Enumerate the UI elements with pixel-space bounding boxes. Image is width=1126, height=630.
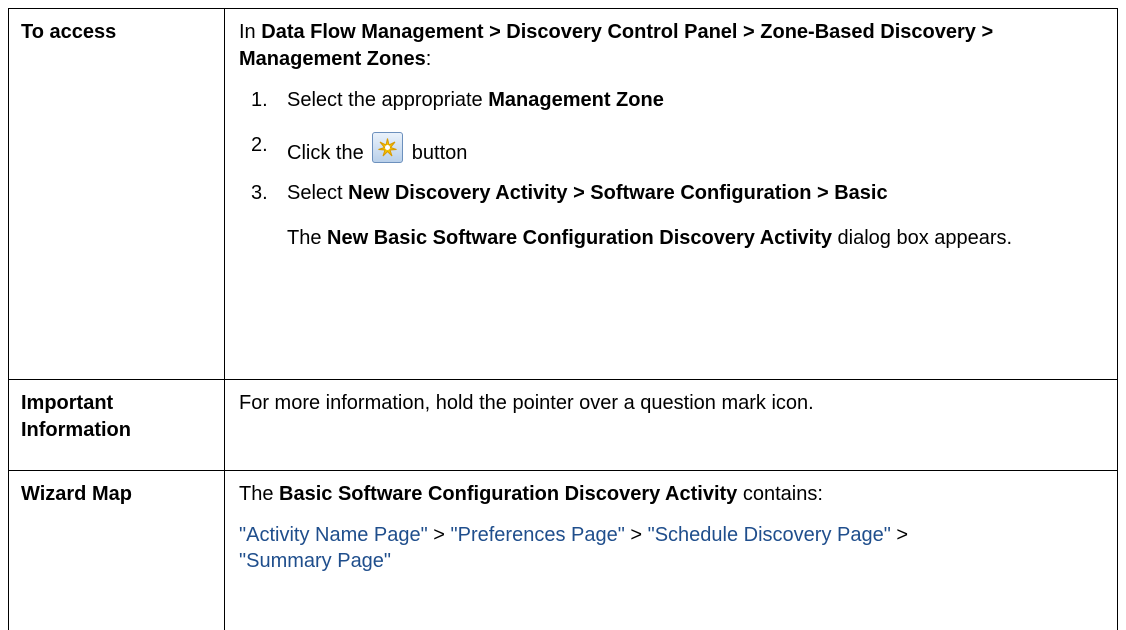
link-schedule-discovery-page[interactable]: "Schedule Discovery Page" — [648, 524, 891, 546]
step-number: 3. — [251, 180, 268, 207]
cell-important-information: For more information, hold the pointer o… — [225, 380, 1118, 471]
step-note: The New Basic Software Configuration Dis… — [287, 225, 1099, 252]
header-wizard-map: Wizard Map — [9, 471, 225, 630]
row-to-access: To access In Data Flow Management > Disc… — [9, 9, 1118, 380]
access-steps: 1. Select the appropriate Management Zon… — [239, 87, 1099, 252]
step-2: 2. Click the button — [251, 132, 1099, 167]
step-bold: New Discovery Activity > Software Config… — [348, 182, 887, 204]
new-asterisk-icon — [372, 132, 403, 163]
link-preferences-page[interactable]: "Preferences Page" — [451, 524, 625, 546]
cell-wizard-map: The Basic Software Configuration Discove… — [225, 471, 1118, 630]
header-important-information: Important Information — [9, 380, 225, 471]
step-1: 1. Select the appropriate Management Zon… — [251, 87, 1099, 114]
step-3: 3. Select New Discovery Activity > Softw… — [251, 180, 1099, 252]
wizard-map-links: "Activity Name Page" > "Preferences Page… — [239, 522, 1099, 574]
step-bold: Management Zone — [488, 89, 664, 111]
access-path: Data Flow Management > Discovery Control… — [239, 21, 993, 70]
header-to-access: To access — [9, 9, 225, 380]
dialog-name: New Basic Software Configuration Discove… — [327, 227, 832, 249]
step-number: 1. — [251, 87, 268, 114]
link-activity-name-page[interactable]: "Activity Name Page" — [239, 524, 428, 546]
wizard-map-intro: The Basic Software Configuration Discove… — [239, 481, 1099, 508]
step-number: 2. — [251, 132, 268, 159]
info-table: To access In Data Flow Management > Disc… — [8, 8, 1118, 630]
access-intro: In Data Flow Management > Discovery Cont… — [239, 19, 1099, 73]
row-important-information: Important Information For more informati… — [9, 380, 1118, 471]
row-wizard-map: Wizard Map The Basic Software Configurat… — [9, 471, 1118, 630]
link-summary-page[interactable]: "Summary Page" — [239, 550, 391, 572]
wizard-name: Basic Software Configuration Discovery A… — [279, 483, 737, 505]
cell-to-access: In Data Flow Management > Discovery Cont… — [225, 9, 1118, 380]
